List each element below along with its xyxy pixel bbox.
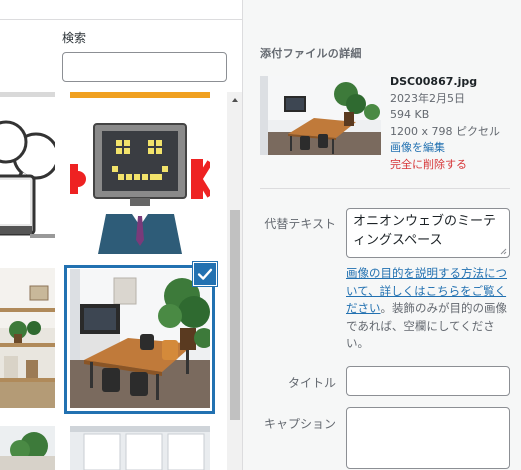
alt-text-textarea[interactable]: オニオンウェブのミーティングスペース [346, 208, 510, 258]
caption-label: キャプション [263, 417, 336, 431]
grid-scrollbar-thumb[interactable] [230, 210, 240, 420]
alt-text-help: 画像の目的を説明する方法について、詳しくはこちらをご覧ください。装飾のみが目的の… [346, 265, 516, 353]
attachment-office-shelves-photo[interactable] [0, 268, 55, 408]
attachment-upload-date: 2023年2月5日 [390, 91, 465, 105]
attachment-file-size: 594 KB [390, 108, 430, 121]
resize-handle-icon[interactable] [500, 248, 507, 255]
selected-attachment-frame [64, 265, 215, 414]
top-strip [0, 0, 242, 20]
attachment-monitor-robot-illustration[interactable] [70, 114, 210, 254]
attachment-details-heading: 添付ファイルの詳細 [260, 47, 362, 60]
edit-image-link[interactable]: 画像を編集 [390, 140, 500, 157]
title-label: タイトル [287, 376, 336, 390]
attachment-dimensions: 1200 x 798 ピクセル [390, 124, 500, 138]
scroll-up-arrow-icon[interactable] [232, 98, 238, 102]
attachment-file-info: DSC00867.jpg 2023年2月5日 594 KB 1200 x 798… [390, 74, 500, 173]
attachment-chat-bubbles-illustration[interactable] [0, 114, 55, 254]
attachment-top-left-fragment[interactable] [0, 92, 55, 97]
search-label: 検索 [62, 31, 87, 45]
attachment-orange-strip[interactable] [70, 92, 210, 98]
checkmark-icon [197, 268, 213, 280]
title-input[interactable] [346, 366, 510, 396]
deselect-check-button[interactable] [193, 262, 217, 286]
attachment-filename: DSC00867.jpg [390, 75, 478, 88]
delete-permanently-link[interactable]: 完全に削除する [390, 157, 500, 174]
alt-text-label: 代替テキスト [264, 217, 336, 231]
search-input[interactable] [62, 52, 227, 82]
attachment-office-plant-photo[interactable] [0, 426, 55, 470]
attachment-office-window-photo[interactable] [70, 426, 210, 470]
sidebar-divider [260, 188, 510, 189]
attachment-detail-thumbnail [260, 76, 381, 155]
caption-textarea[interactable] [346, 407, 510, 469]
